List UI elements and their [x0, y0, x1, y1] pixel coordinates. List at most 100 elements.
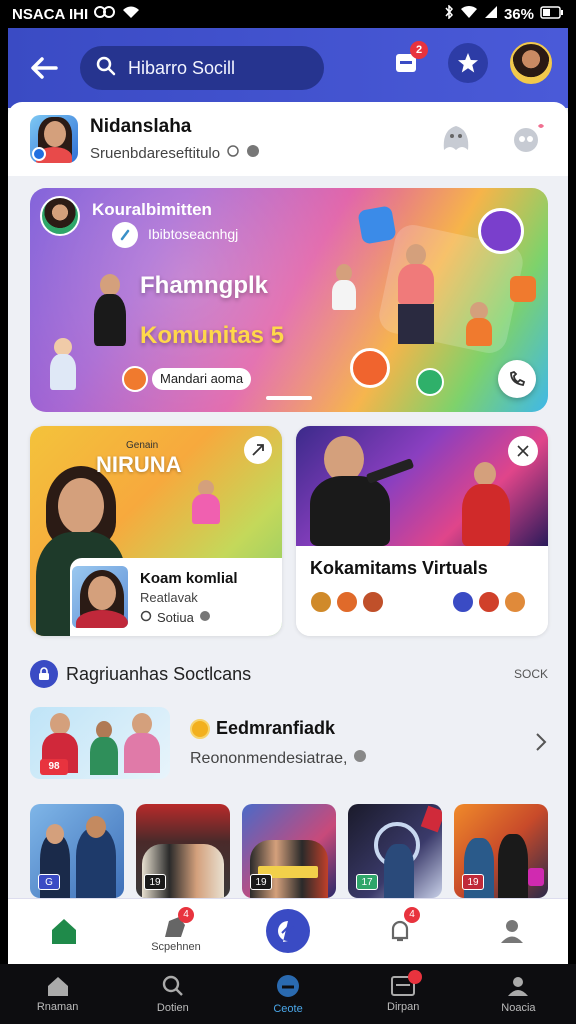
media-thumbnail[interactable]: 17: [348, 804, 442, 898]
tab-messages[interactable]: [232, 899, 344, 964]
member-avatar: [362, 591, 384, 613]
profile-avatar: [30, 115, 78, 163]
tab-label: Scpehnen: [151, 940, 201, 953]
media-thumbnails: G 19 19 17 19: [30, 804, 560, 898]
user-avatar[interactable]: [510, 42, 552, 84]
media-thumbnail[interactable]: 19: [136, 804, 230, 898]
signal-icon: [484, 5, 498, 23]
community-card-left[interactable]: Genain NIRUNA Koam komlial Reatlavak Sot…: [30, 426, 282, 636]
card-title: Kokamitams Virtuals: [310, 558, 488, 578]
tab-home[interactable]: [8, 899, 120, 964]
home-icon: [52, 918, 76, 944]
ghost-icon[interactable]: [438, 120, 474, 161]
nav-label: Noacia: [501, 1002, 536, 1014]
messenger-icon: [266, 908, 310, 953]
group-thumbnail: 98: [30, 707, 170, 779]
tab-badge: 4: [178, 907, 194, 923]
tab-groups[interactable]: 4 Scpehnen: [120, 899, 232, 964]
bottom-tab-bar: 4 Scpehnen 4: [8, 898, 568, 964]
group-list-item[interactable]: 98 Eedmranfiadk Reononmendesiatrae,: [30, 706, 548, 780]
location-icon: [226, 144, 240, 162]
coin-icon: [190, 718, 210, 739]
hero-banner[interactable]: Kouralbimitten Ibibtoseacnhgj Fhamngplk …: [30, 188, 548, 412]
notifications-button[interactable]: 2: [386, 41, 428, 83]
section-header: Ragriuanhas Soctlcans SOCK: [30, 654, 548, 694]
member-avatar: [452, 591, 474, 613]
link-icon: [94, 5, 116, 23]
nav-label: Rnaman: [36, 1001, 79, 1013]
tab-profile[interactable]: [456, 899, 568, 964]
close-icon[interactable]: [244, 436, 272, 464]
member-avatar: [336, 591, 358, 613]
record-icon: [122, 366, 148, 392]
media-badge: G: [38, 874, 60, 890]
hero-pill[interactable]: Mandari aoma: [152, 368, 252, 390]
media-badge: 19: [462, 874, 484, 890]
star-icon: [458, 53, 478, 73]
person-icon: [508, 977, 529, 996]
member-avatar: [478, 591, 500, 613]
chevron-right-icon[interactable]: [534, 732, 548, 757]
search-input[interactable]: Hibarro Socill: [80, 46, 324, 90]
hero-subtitle: Ibibtoseacnhgj: [148, 226, 239, 242]
feed-content: Kouralbimitten Ibibtoseacnhgj Fhamngplk …: [8, 176, 568, 898]
card-headline: NIRUNA: [96, 452, 182, 477]
status-circle-icon: [140, 610, 152, 625]
tab-notifications[interactable]: 4: [344, 899, 456, 964]
nav-inbox[interactable]: Dirpan: [346, 964, 461, 1024]
hero-community-label: Komunitas 5: [140, 322, 285, 349]
media-thumbnail[interactable]: 19: [242, 804, 336, 898]
system-nav-bar: Rnaman Dotien Ceote Dirpan Noacia: [0, 964, 576, 1024]
search-icon: [162, 975, 183, 996]
carousel-indicator: [266, 396, 312, 400]
top-app-bar: Hibarro Socill 2: [8, 28, 568, 108]
nav-label: Dirpan: [387, 1001, 420, 1013]
hero-title: Kouralbimitten: [92, 200, 212, 219]
card-tag: Genain: [126, 440, 159, 451]
call-button[interactable]: [498, 360, 536, 398]
see-more-link[interactable]: SOCK: [514, 667, 548, 681]
expand-icon[interactable]: [508, 436, 538, 466]
section-title: Ragriuanhas Soctlcans: [66, 663, 252, 684]
globe-icon: [353, 749, 367, 768]
community-card-right[interactable]: Kokamitams Virtuals: [296, 426, 548, 636]
group-title: Eedmranfiadk: [216, 718, 336, 738]
nav-home[interactable]: Rnaman: [0, 964, 115, 1024]
notification-badge: 2: [410, 41, 428, 59]
nav-badge-icon: [407, 970, 422, 984]
profile-subtitle: Sruenbdareseftitulo: [90, 144, 221, 162]
nav-search[interactable]: Dotien: [115, 964, 230, 1024]
wifi-icon: [122, 5, 140, 23]
member-name: Koam komlial: [140, 570, 238, 587]
media-badge: 19: [144, 874, 166, 890]
member-avatar: [504, 591, 526, 613]
back-button[interactable]: [26, 50, 62, 86]
hero-avatar: [40, 196, 80, 236]
member-avatar: [310, 591, 332, 613]
profile-name: Nidanslaha: [90, 116, 192, 137]
lock-icon: [30, 660, 58, 688]
nav-label: Ceote: [273, 1003, 303, 1015]
media-thumbnail[interactable]: G: [30, 804, 124, 898]
person-icon: [501, 919, 523, 943]
verified-icon: [32, 147, 46, 161]
profile-summary[interactable]: Nidanslaha Sruenbdareseftitulo: [8, 102, 568, 176]
hero-headline: Fhamngplk: [140, 272, 269, 299]
robot-icon[interactable]: [508, 120, 548, 161]
search-query: Hibarro Socill: [128, 57, 236, 78]
favorites-button[interactable]: [448, 43, 488, 83]
member-avatars: [310, 591, 534, 613]
battery-percent: 36%: [503, 5, 534, 23]
status-bar: NSACA IHI 36%: [0, 0, 576, 28]
nav-label: Dotien: [156, 1002, 189, 1014]
music-note-icon: [112, 222, 138, 248]
nav-profile[interactable]: Noacia: [461, 964, 576, 1024]
tab-badge: 4: [404, 907, 420, 923]
media-thumbnail[interactable]: 19: [454, 804, 548, 898]
home-icon: [47, 977, 68, 996]
carrier-label: NSACA IHI: [12, 5, 89, 23]
member-thumbnail: [70, 564, 130, 630]
nav-create[interactable]: Ceote: [230, 964, 345, 1024]
member-meta: Sotiua: [157, 610, 194, 625]
create-icon: [277, 975, 299, 997]
